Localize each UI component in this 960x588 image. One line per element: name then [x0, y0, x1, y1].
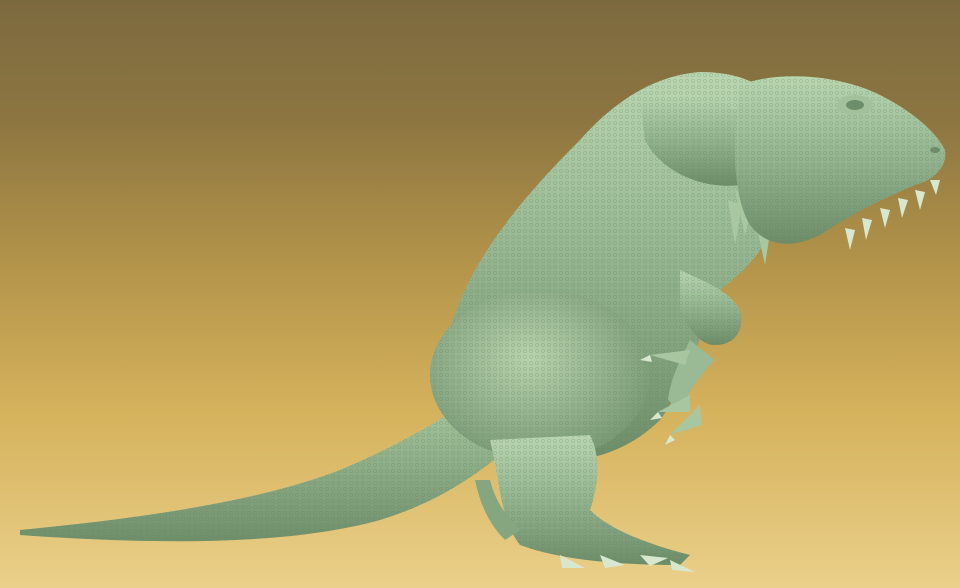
hind-leg	[475, 435, 690, 565]
eye	[837, 95, 873, 115]
render-viewport	[0, 0, 960, 588]
tail	[20, 400, 500, 542]
hind-thigh	[430, 290, 650, 460]
nostril	[930, 147, 940, 153]
creature-render	[20, 72, 946, 572]
